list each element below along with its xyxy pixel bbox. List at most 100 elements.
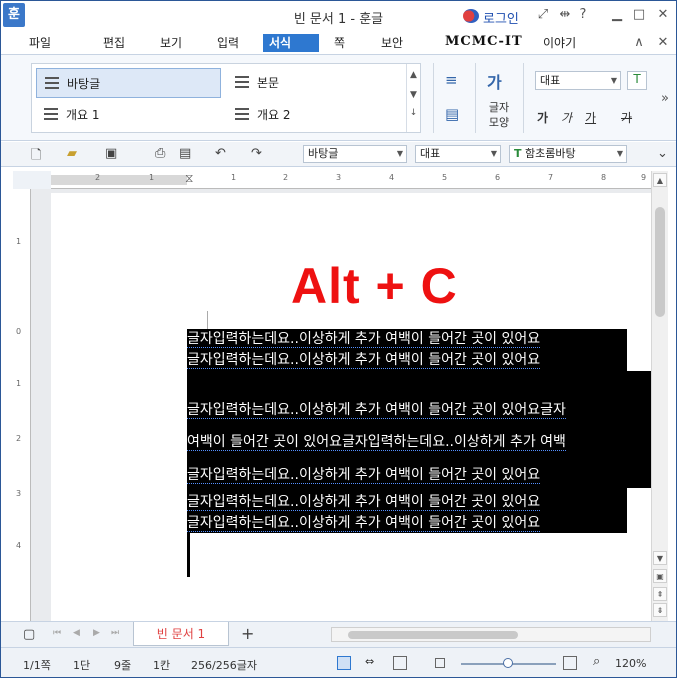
ruler-tick: 1 — [149, 173, 155, 182]
page-view-icon[interactable]: ▣ — [653, 569, 667, 583]
selected-text-line[interactable]: 글자입력하는데요..이상하게 추가 여백이 들어간 곳이 있어요 — [187, 513, 627, 533]
ruler-tick: 3 — [336, 173, 342, 182]
login-button[interactable]: 로그인 — [483, 8, 519, 27]
horizontal-ruler[interactable]: 2 1 ⧖ 1 2 3 4 5 6 7 8 9 — [51, 171, 651, 189]
save-icon[interactable]: ▣ — [105, 146, 117, 161]
indent-marker-icon[interactable]: ⧖ — [185, 171, 193, 186]
search-icon[interactable]: ⌕ — [593, 654, 600, 669]
vertical-ruler[interactable]: 1 0 1 2 3 4 — [13, 189, 31, 621]
gallery-expand-icon[interactable]: ↓ — [407, 108, 420, 118]
ribbon-collapse-icon[interactable]: ∧ — [631, 35, 647, 50]
menu-file[interactable]: 파일 — [23, 34, 57, 52]
fit-width-icon[interactable]: ⇔ — [365, 655, 374, 668]
menu-security[interactable]: 보안 — [375, 34, 409, 52]
quick-toolbar: 🗋 ▰ ▣ ⎙ ▤ ↶ ↷ 바탕글 ▼ 대표 ▼ T 함초롬바탕 ▼ ⌄ — [1, 142, 676, 167]
menu-story[interactable]: 이야기 — [537, 34, 582, 52]
first-tab-icon[interactable]: ⏮ — [53, 628, 61, 638]
last-tab-icon[interactable]: ⏭ — [111, 628, 119, 638]
ruler-tick: 0 — [16, 327, 22, 336]
font-style-icon[interactable]: T — [627, 71, 647, 90]
preview-icon[interactable]: ▤ — [179, 146, 191, 161]
style-manager-icon[interactable]: ▤ — [445, 105, 459, 123]
gallery-scrollbar[interactable]: ▲ ▼ ↓ — [406, 64, 420, 132]
zoom-in-icon[interactable] — [563, 656, 577, 670]
ruler-tick: 6 — [495, 173, 501, 182]
add-style-icon[interactable]: ≡ — [445, 71, 458, 89]
new-document-icon[interactable]: 🗋 — [31, 146, 41, 168]
italic-button[interactable]: 가 — [561, 109, 572, 126]
horizontal-scrollbar[interactable] — [331, 627, 651, 642]
next-tab-icon[interactable]: ▶ — [93, 628, 100, 638]
prev-page-icon[interactable]: ⇞ — [653, 587, 667, 601]
print-icon[interactable]: ⎙ — [155, 146, 165, 161]
document-view[interactable]: Alt + C 글자입력하는데요..이상하게 추가 여백이 들어간 곳이 있어요… — [31, 189, 651, 621]
strikethrough-button[interactable]: 가 — [621, 109, 632, 126]
ribbon-divider — [475, 63, 476, 133]
style-item-body[interactable]: 본문 — [227, 68, 407, 98]
scroll-down-icon[interactable]: ▼ — [653, 551, 667, 565]
prev-tab-icon[interactable]: ◀ — [73, 628, 80, 638]
selected-text-line[interactable]: 글자입력하는데요..이상하게 추가 여백이 들어간 곳이 있어요 — [187, 329, 627, 350]
font-value: 함초롬바탕 — [525, 147, 576, 160]
scroll-up-icon[interactable]: ▲ — [407, 70, 420, 80]
status-bar: 1/1쪽 1단 9줄 1칸 256/256글자 ⇔ ⌕ 120% — [1, 647, 676, 677]
add-tab-button[interactable]: + — [241, 624, 254, 643]
vertical-scrollbar[interactable]: ▲ ▼ ▣ ⇞ ⇟ — [651, 171, 668, 621]
maximize-button[interactable]: □ — [631, 7, 647, 22]
status-section: 1단 — [73, 659, 91, 672]
text-run: 글자입력하는데요..이상하게 추가 여백이 들어간 곳이 있어요 — [187, 467, 541, 484]
page-layout-view-button[interactable] — [337, 656, 351, 670]
open-folder-icon[interactable]: ▰ — [67, 146, 77, 161]
split-view-icon[interactable]: ⇹ — [557, 7, 573, 22]
menu-insert[interactable]: 입력 — [211, 34, 245, 52]
style-item-outline-2[interactable]: 개요 2 — [227, 100, 407, 130]
style-icon — [235, 76, 249, 88]
document-page[interactable]: Alt + C 글자입력하는데요..이상하게 추가 여백이 들어간 곳이 있어요… — [51, 193, 651, 621]
selected-text-line[interactable]: 글자입력하는데요..이상하게 추가 여백이 들어간 곳이 있어요 — [187, 488, 627, 513]
login-icon[interactable] — [463, 9, 479, 23]
menu-edit[interactable]: 편집 — [97, 34, 131, 52]
next-page-icon[interactable]: ⇟ — [653, 603, 667, 617]
scroll-thumb[interactable] — [348, 631, 518, 639]
ribbon-more-icon[interactable]: » — [657, 91, 673, 106]
fullscreen-icon[interactable]: ⤢ — [535, 7, 551, 22]
text-run: 글자입력하는데요..이상하게 추가 여백이 들어간 곳이 있어요 — [187, 331, 541, 348]
selected-text-line[interactable]: 여백이 들어간 곳이 있어요글자입력하는데요..이상하게 추가 여백 — [187, 422, 651, 462]
selected-text-line[interactable]: 글자입력하는데요..이상하게 추가 여백이 들어간 곳이 있어요 — [187, 350, 627, 371]
full-page-view-button[interactable] — [393, 656, 407, 670]
paragraph-style-dropdown[interactable]: 바탕글 ▼ — [303, 145, 407, 163]
selected-text-line[interactable]: 글자입력하는데요..이상하게 추가 여백이 들어간 곳이 있어요글자 — [187, 400, 651, 422]
language-dropdown[interactable]: 대표 ▼ — [415, 145, 501, 163]
scroll-up-icon[interactable]: ▲ — [653, 173, 667, 187]
menu-format[interactable]: 서식 — [263, 34, 319, 52]
style-label: 개요 1 — [66, 108, 100, 122]
selected-blank-line — [187, 371, 651, 400]
bold-button[interactable]: 가 — [537, 109, 548, 126]
document-tab[interactable]: 빈 문서 1 — [133, 622, 229, 646]
zoom-level[interactable]: 120% — [615, 657, 646, 670]
brand-overlay: MCMC-IT — [445, 34, 523, 49]
selected-text-line[interactable]: 글자입력하는데요..이상하게 추가 여백이 들어간 곳이 있어요 — [187, 462, 651, 488]
font-dropdown[interactable]: T 함초롬바탕 ▼ — [509, 145, 627, 163]
ribbon-close-icon[interactable]: ✕ — [655, 35, 671, 50]
minimize-button[interactable]: ▁ — [609, 7, 625, 22]
char-shape-label-2[interactable]: 모양 — [483, 114, 515, 130]
char-shape-label-1[interactable]: 글자 — [483, 99, 515, 115]
underline-button[interactable]: 가 — [585, 109, 596, 126]
style-item-batanggeul[interactable]: 바탕글 — [36, 68, 221, 98]
menu-view[interactable]: 보기 — [154, 34, 188, 52]
menu-page[interactable]: 쪽 — [328, 34, 351, 52]
scroll-down-icon[interactable]: ▼ — [407, 90, 420, 100]
tab-list-icon[interactable]: ▢ — [23, 627, 35, 642]
undo-icon[interactable]: ↶ — [215, 146, 226, 161]
help-button[interactable]: ? — [575, 7, 591, 22]
zoom-out-icon[interactable] — [435, 658, 445, 668]
toolbar-more-icon[interactable]: ⌄ — [657, 146, 668, 161]
char-shape-icon[interactable]: 가 — [487, 69, 502, 93]
close-button[interactable]: ✕ — [655, 7, 671, 22]
redo-icon[interactable]: ↷ — [251, 146, 262, 161]
zoom-slider-knob[interactable] — [503, 658, 513, 668]
font-type-dropdown[interactable]: 대표 ▼ — [535, 71, 621, 90]
style-item-outline-1[interactable]: 개요 1 — [36, 100, 221, 130]
scroll-thumb[interactable] — [655, 207, 665, 317]
